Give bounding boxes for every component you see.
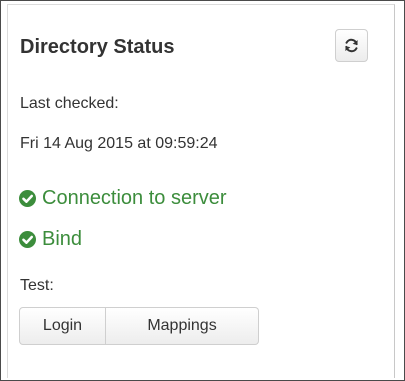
login-test-button[interactable]: Login: [19, 307, 106, 345]
status-label: Bind: [42, 228, 83, 250]
mappings-test-button[interactable]: Mappings: [106, 307, 259, 345]
test-label: Test:: [20, 277, 54, 294]
refresh-button[interactable]: [335, 29, 368, 62]
status-label: Connection to server: [42, 187, 227, 209]
last-checked-timestamp: Fri 14 Aug 2015 at 09:59:24: [20, 135, 218, 152]
status-connection-to-server: Connection to server: [19, 186, 227, 210]
status-bind: Bind: [19, 227, 82, 251]
panel-title: Directory Status: [20, 36, 175, 58]
last-checked-label: Last checked:: [20, 95, 119, 112]
refresh-icon: [345, 38, 358, 53]
check-circle-icon: [19, 230, 36, 248]
test-button-group: Login Mappings: [19, 307, 259, 345]
check-circle-icon: [19, 189, 36, 207]
